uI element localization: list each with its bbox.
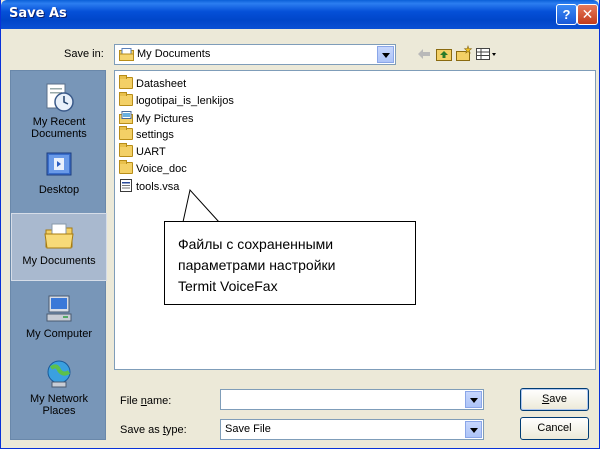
places-bar: My Recent Documents Desktop My Documents… (10, 70, 107, 440)
callout-line: Termit VoiceFax (178, 278, 278, 294)
help-button[interactable]: ? (556, 4, 577, 25)
save-as-dialog: Save As ? ✕ Save in: My Documents My Rec… (0, 0, 600, 449)
list-item[interactable]: My Pictures (119, 111, 193, 127)
save-in-value: My Documents (137, 48, 211, 60)
place-my-network-places[interactable]: My Network Places (11, 358, 107, 417)
my-computer-icon (43, 293, 75, 325)
place-label: My Network Places (29, 393, 89, 417)
list-item[interactable]: tools.vsa (119, 179, 179, 195)
place-label: My Recent Documents (31, 116, 87, 140)
save-in-dropdown[interactable]: My Documents (114, 44, 396, 65)
window-title: Save As (9, 6, 67, 21)
place-label: Desktop (38, 184, 80, 196)
desktop-icon (43, 149, 75, 181)
place-my-computer[interactable]: My Computer (11, 293, 107, 340)
folder-icon (119, 160, 133, 174)
title-bar[interactable]: Save As ? ✕ (1, 0, 599, 29)
place-label: My Computer (25, 328, 93, 340)
close-button[interactable]: ✕ (577, 4, 598, 25)
views-menu-icon[interactable] (475, 45, 497, 63)
cancel-button[interactable]: Cancel (520, 417, 589, 440)
network-places-icon (43, 358, 75, 390)
file-name: settings (136, 129, 174, 141)
folder-icon (119, 75, 133, 89)
place-my-recent-documents[interactable]: My Recent Documents (11, 81, 107, 140)
file-name: logotipai_is_lenkijos (136, 95, 234, 107)
save-button[interactable]: Save (520, 388, 589, 411)
recent-documents-icon (43, 81, 75, 113)
save-in-label: Save in: (64, 48, 104, 60)
pictures-folder-icon (119, 111, 133, 124)
callout-line: параметрами настройки (178, 257, 336, 273)
chevron-down-icon[interactable] (377, 46, 394, 63)
list-item[interactable]: settings (119, 126, 174, 144)
file-name: My Pictures (136, 113, 194, 125)
list-item[interactable]: logotipai_is_lenkijos (119, 92, 234, 110)
list-item[interactable]: Voice_doc (119, 160, 187, 178)
folder-icon (119, 143, 133, 157)
file-name: tools.vsa (136, 181, 180, 193)
file-name: Datasheet (136, 78, 187, 90)
save-as-type-dropdown[interactable]: Save File (220, 419, 484, 440)
file-name-label: File name: (120, 395, 172, 407)
callout-text: Файлы с сохраненными параметрами настрой… (178, 234, 335, 297)
file-name-input[interactable] (220, 389, 484, 410)
folder-icon (119, 92, 133, 106)
my-documents-small-icon (119, 48, 134, 61)
annotation-callout: Файлы с сохраненными параметрами настрой… (164, 221, 416, 305)
back-arrow-icon[interactable] (415, 45, 433, 63)
folder-icon (119, 126, 133, 140)
document-file-icon (119, 179, 133, 192)
new-folder-icon[interactable] (455, 44, 473, 63)
save-as-type-label: Save as type: (120, 424, 187, 436)
up-folder-icon[interactable] (435, 45, 453, 63)
my-documents-icon (43, 220, 75, 252)
place-label: My Documents (22, 255, 96, 267)
file-name: Voice_doc (136, 163, 187, 175)
save-as-type-value: Save File (225, 423, 271, 435)
list-item[interactable]: UART (119, 143, 166, 161)
list-item[interactable]: Datasheet (119, 75, 187, 93)
chevron-down-icon[interactable] (465, 391, 482, 408)
file-name: UART (136, 146, 166, 158)
place-desktop[interactable]: Desktop (11, 149, 107, 196)
place-my-documents[interactable]: My Documents (11, 213, 107, 281)
chevron-down-icon[interactable] (465, 421, 482, 438)
callout-line: Файлы с сохраненными (178, 236, 334, 252)
